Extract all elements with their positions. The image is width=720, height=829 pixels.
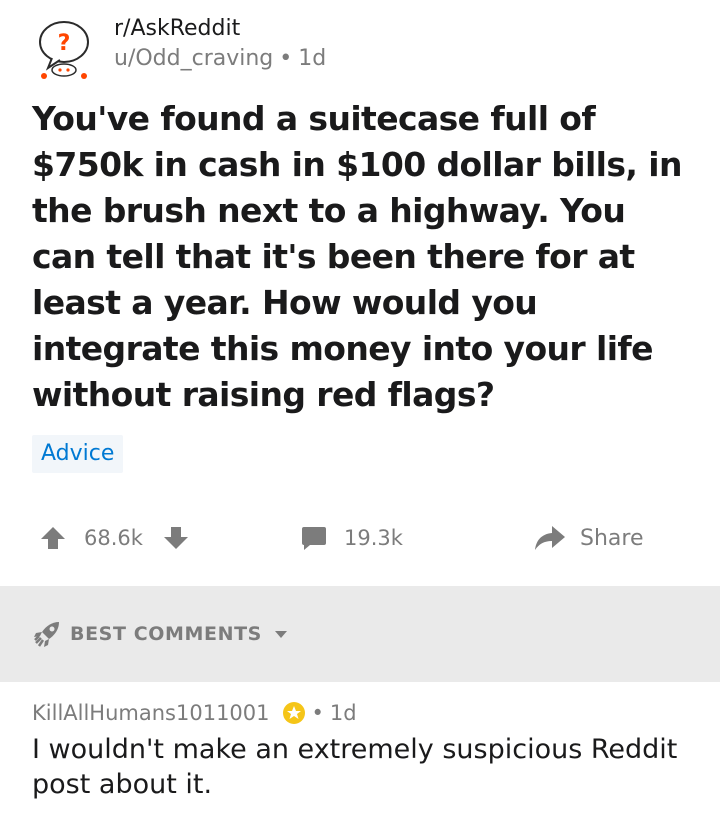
comment-author[interactable]: KillAllHumans1011001	[32, 701, 270, 725]
chevron-down-icon	[274, 629, 288, 639]
share-button[interactable]: Share	[534, 512, 644, 564]
comment-sort-bar: BEST COMMENTS	[0, 586, 720, 682]
comment-bubble-icon	[300, 524, 328, 552]
upvote-arrow-icon[interactable]	[40, 525, 66, 551]
comments-button[interactable]: 19.3k	[300, 512, 403, 564]
rocket-icon	[32, 619, 62, 649]
comments-count: 19.3k	[344, 526, 403, 550]
comment-body[interactable]: I wouldn't make an extremely suspicious …	[32, 732, 692, 802]
sort-label: BEST COMMENTS	[70, 623, 262, 645]
subreddit-icon[interactable]: ?	[32, 18, 96, 82]
svg-text:?: ?	[58, 31, 71, 56]
meta-separator: •	[279, 46, 293, 71]
comment: KillAllHumans1011001 • 1d I wouldn't mak…	[32, 698, 692, 802]
post-meta: u/Odd_craving • 1d	[114, 46, 326, 71]
post-age: 1d	[298, 46, 327, 71]
vote-group: 68.6k	[40, 512, 189, 564]
upvote-count: 68.6k	[84, 526, 143, 550]
post-title[interactable]: You've found a suitecase full of $750k i…	[32, 96, 692, 418]
award-icon[interactable]	[282, 701, 306, 725]
share-label: Share	[580, 525, 644, 551]
post-author[interactable]: u/Odd_craving	[114, 46, 273, 71]
sort-dropdown[interactable]: BEST COMMENTS	[32, 618, 288, 650]
comment-meta-separator: •	[311, 701, 324, 725]
comment-age: 1d	[329, 701, 357, 725]
post-flair[interactable]: Advice	[32, 435, 124, 473]
share-arrow-icon	[534, 524, 566, 552]
post-header: ? r/AskReddit u/Odd_craving • 1d	[32, 14, 692, 79]
comment-meta: KillAllHumans1011001 • 1d	[32, 698, 692, 728]
post-action-bar: 68.6k 19.3k Share	[0, 512, 720, 564]
subreddit-name[interactable]: r/AskReddit	[114, 16, 240, 41]
downvote-arrow-icon[interactable]	[163, 525, 189, 551]
